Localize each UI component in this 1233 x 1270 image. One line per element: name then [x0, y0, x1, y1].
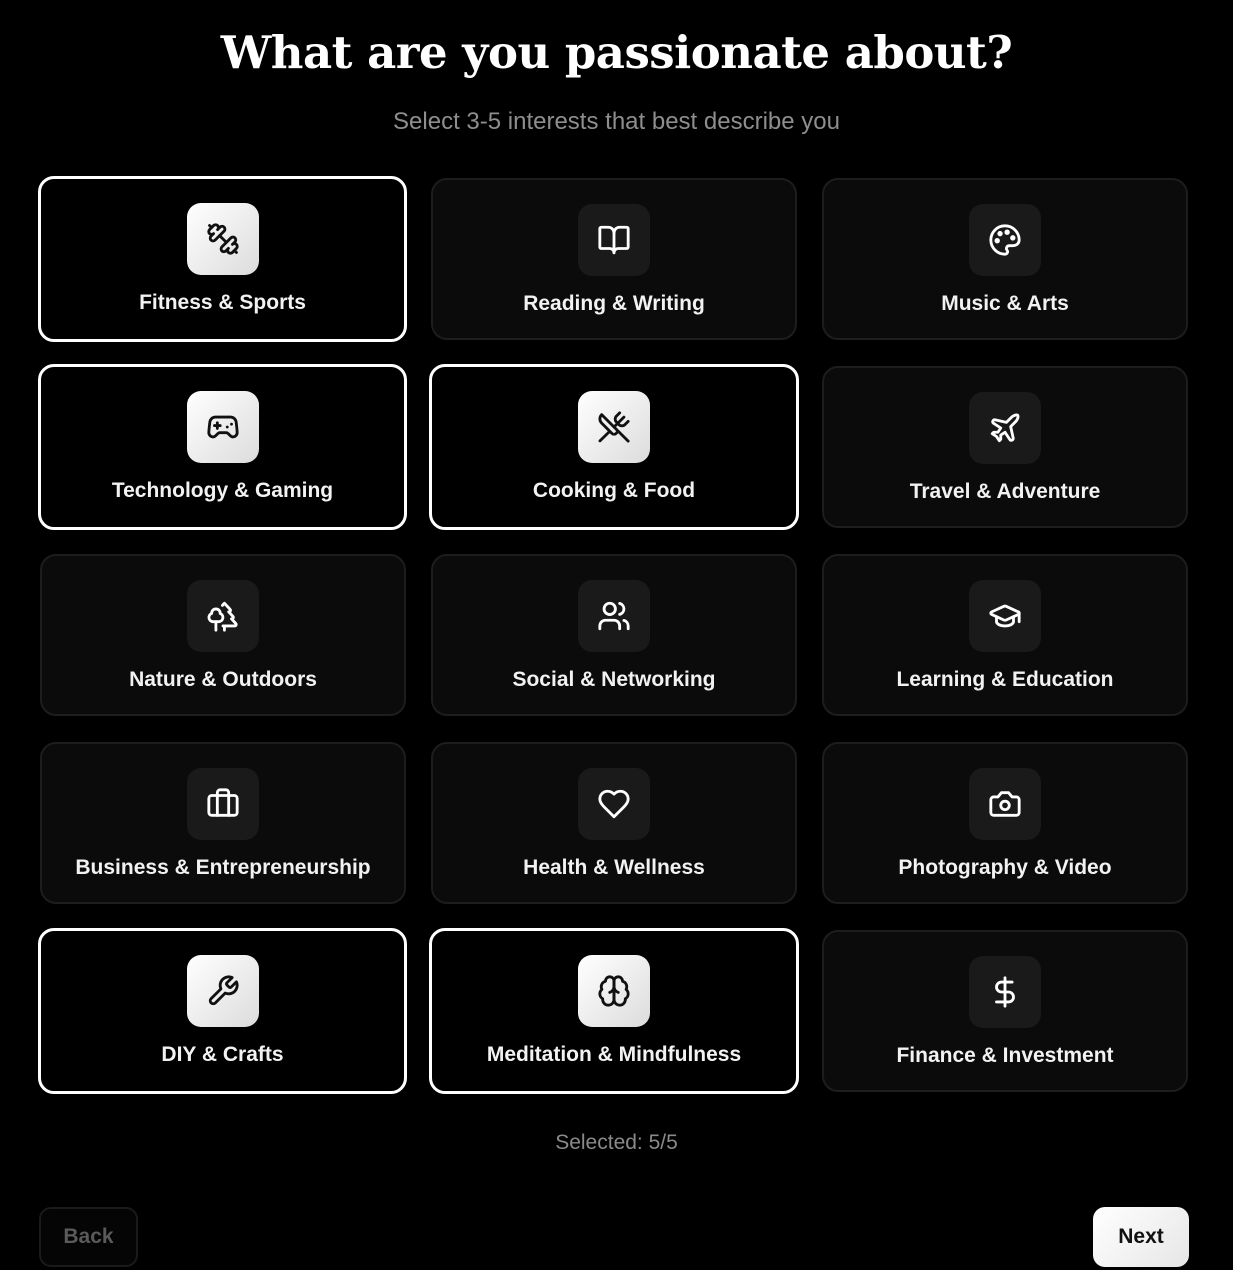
book-icon	[578, 204, 650, 276]
users-icon	[578, 580, 650, 652]
interest-card-travel-adventure[interactable]: Travel & Adventure	[822, 366, 1188, 528]
interest-card-health-wellness[interactable]: Health & Wellness	[431, 742, 797, 904]
interest-label: Photography & Video	[898, 856, 1112, 879]
utensils-crossed-icon	[578, 391, 650, 463]
heart-icon	[578, 768, 650, 840]
next-button[interactable]: Next	[1093, 1207, 1189, 1267]
interest-label: Finance & Investment	[896, 1044, 1114, 1067]
interest-card-business-entrepreneurship[interactable]: Business & Entrepreneurship	[40, 742, 406, 904]
interest-card-cooking-food[interactable]: Cooking & Food	[429, 364, 799, 530]
interest-label: Learning & Education	[896, 668, 1114, 691]
interest-label: Nature & Outdoors	[129, 668, 317, 691]
camera-icon	[969, 768, 1041, 840]
interest-label: Music & Arts	[941, 292, 1069, 315]
interest-label: Cooking & Food	[532, 479, 696, 502]
interest-card-meditation-mindfulness[interactable]: Meditation & Mindfulness	[429, 928, 799, 1094]
interest-card-fitness-sports[interactable]: Fitness & Sports	[38, 176, 407, 342]
interest-card-music-arts[interactable]: Music & Arts	[822, 178, 1188, 340]
interest-label: Travel & Adventure	[909, 480, 1101, 503]
gamepad-icon	[186, 391, 259, 463]
brain-icon	[578, 955, 650, 1027]
interest-label: Reading & Writing	[523, 292, 705, 315]
back-button[interactable]: Back	[39, 1207, 138, 1267]
interest-label: Technology & Gaming	[111, 479, 334, 502]
graduation-cap-icon	[969, 580, 1041, 652]
dollar-icon	[969, 956, 1041, 1028]
interest-label: Fitness & Sports	[139, 291, 306, 314]
interest-label: Social & Networking	[512, 668, 716, 691]
interest-label: Business & Entrepreneurship	[75, 856, 371, 879]
trees-icon	[187, 580, 259, 652]
wrench-icon	[186, 955, 259, 1027]
plane-icon	[969, 392, 1041, 464]
interest-label: DIY & Crafts	[161, 1043, 284, 1066]
interest-card-social-networking[interactable]: Social & Networking	[431, 554, 797, 716]
selection-counter: Selected: 5/5	[555, 1131, 678, 1154]
interest-card-diy-crafts[interactable]: DIY & Crafts	[38, 928, 407, 1094]
interest-card-technology-gaming[interactable]: Technology & Gaming	[38, 364, 407, 530]
briefcase-icon	[187, 768, 259, 840]
interest-card-learning-education[interactable]: Learning & Education	[822, 554, 1188, 716]
interest-card-finance-investment[interactable]: Finance & Investment	[822, 930, 1188, 1092]
interest-card-photography-video[interactable]: Photography & Video	[822, 742, 1188, 904]
interest-grid: Fitness & Sports Reading & Writing Music…	[0, 0, 1233, 1270]
interest-card-nature-outdoors[interactable]: Nature & Outdoors	[40, 554, 406, 716]
dumbbell-icon	[186, 203, 259, 275]
interest-label: Meditation & Mindfulness	[486, 1043, 742, 1066]
interest-label: Health & Wellness	[523, 856, 705, 879]
interest-card-reading-writing[interactable]: Reading & Writing	[431, 178, 797, 340]
palette-icon	[969, 204, 1041, 276]
